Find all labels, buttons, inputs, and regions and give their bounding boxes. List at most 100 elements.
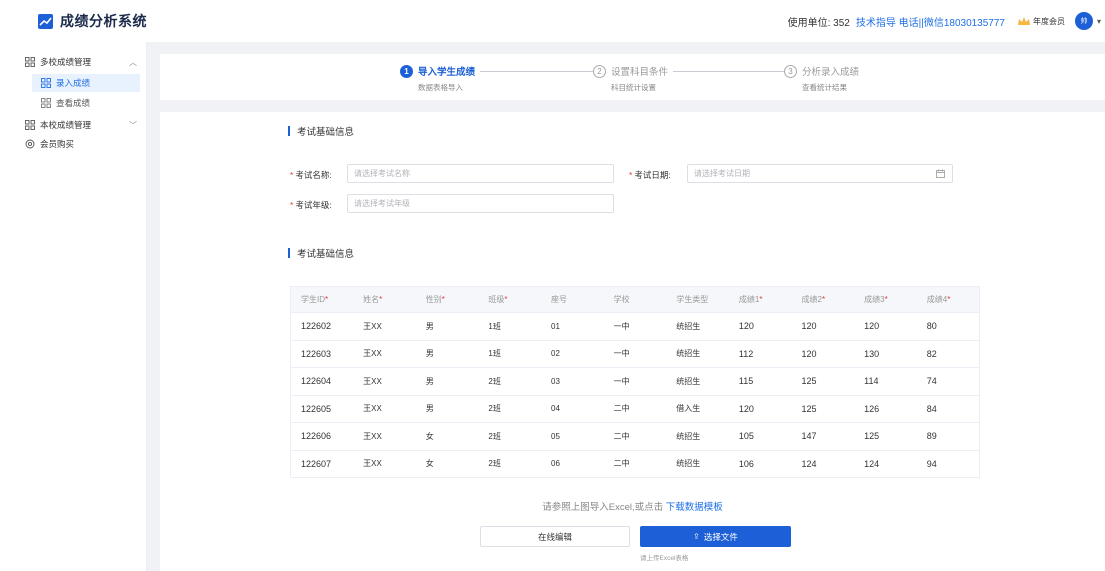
table-cell: 男 — [415, 394, 479, 423]
grid-icon — [25, 57, 35, 67]
table-cell: 122603 — [290, 339, 354, 368]
section-accent-bar — [288, 248, 290, 258]
member-label: 年度会员 — [1033, 16, 1065, 26]
table-row: 122607 王XX 女 2班 06 二中 统招生 106 124 124 94 — [290, 449, 980, 478]
grid-icon — [41, 98, 51, 108]
table-cell: 82 — [916, 339, 980, 368]
table-cell: 王XX — [353, 422, 416, 450]
table-cell: 统招生 — [666, 422, 729, 450]
table-cell: 王XX — [353, 449, 416, 478]
member-badge[interactable]: 年度会员 — [1017, 16, 1065, 27]
crown-icon — [1018, 17, 1030, 25]
chevron-up-icon[interactable]: ︿ — [129, 57, 137, 68]
table-cell: 2班 — [478, 449, 541, 478]
table-cell: 125 — [854, 422, 917, 450]
exam-date-label: * 考试日期: — [629, 170, 671, 180]
column-header: 成绩1* — [728, 286, 792, 313]
table-cell: 147 — [791, 422, 855, 450]
table-cell: 王XX — [353, 339, 416, 368]
table-cell: 89 — [916, 422, 980, 450]
table-cell: 84 — [916, 394, 980, 423]
table-cell: 女 — [415, 449, 479, 478]
table-cell: 120 — [791, 339, 855, 368]
step-import-scores[interactable]: 1 导入学生成绩 数据表格导入 — [400, 64, 595, 93]
table-cell: 124 — [854, 449, 917, 478]
column-header: 座号 — [541, 286, 604, 313]
gear-icon — [25, 139, 35, 149]
chevron-down-icon[interactable]: ▾ — [1097, 17, 1105, 26]
column-header: 学生类型 — [666, 286, 729, 313]
step-analyze-scores[interactable]: 3 分析录入成绩 查看统计结果 — [784, 64, 859, 93]
table-cell: 130 — [854, 339, 917, 368]
section-title-table: 考试基础信息 — [288, 246, 354, 260]
app-logo[interactable]: 成绩分析系统 — [38, 11, 147, 31]
avatar[interactable]: 帅 — [1075, 12, 1093, 30]
column-header: 姓名* — [353, 286, 416, 313]
table-cell: 01 — [541, 312, 604, 340]
sidebar-group-multi-school[interactable]: 多校成绩管理 ︿ — [25, 56, 137, 68]
online-edit-button[interactable]: 在线编辑 — [480, 526, 630, 547]
steps-bar: 1 导入学生成绩 数据表格导入 2 设置科目条件 科目统计设置 3 分析录入成绩… — [160, 54, 1105, 100]
calendar-icon[interactable] — [936, 169, 945, 178]
exam-name-input[interactable] — [347, 164, 614, 183]
section-accent-bar — [288, 126, 290, 136]
column-header: 学校 — [603, 286, 667, 313]
table-cell: 120 — [728, 312, 792, 340]
step-connector — [673, 70, 794, 72]
table-cell: 男 — [415, 367, 479, 395]
table-cell: 114 — [854, 367, 917, 395]
select-file-button[interactable]: ⇪ 选择文件 — [640, 526, 791, 547]
chart-logo-icon — [38, 13, 53, 29]
table-cell: 一中 — [603, 367, 667, 395]
table-cell: 借入生 — [666, 394, 729, 423]
app-title: 成绩分析系统 — [60, 13, 147, 29]
sidebar-group-label: 本校成绩管理 — [40, 120, 92, 130]
sidebar-item-label: 录入成绩 — [56, 78, 91, 88]
column-header: 性别* — [415, 286, 479, 313]
table-cell: 一中 — [603, 312, 667, 340]
sidebar-item-enter-scores[interactable]: 录入成绩 — [32, 74, 140, 92]
step-title: 分析录入成绩 — [802, 67, 860, 78]
exam-grade-input[interactable] — [347, 194, 614, 213]
column-header: 成绩4* — [916, 286, 980, 313]
support-link[interactable]: 技术指导 电话||微信18030135777 — [856, 14, 1005, 29]
section-title-text: 考试基础信息 — [297, 249, 355, 260]
table-cell: 106 — [728, 449, 792, 478]
exam-date-input[interactable] — [687, 164, 953, 183]
table-row: 122602 王XX 男 1班 01 一中 统招生 120 120 120 80 — [290, 312, 980, 340]
select-file-label: 选择文件 — [703, 531, 738, 542]
step-title: 导入学生成绩 — [418, 67, 476, 78]
exam-name-label: * 考试名称: — [290, 170, 332, 180]
unit-label: 使用单位: 352 — [787, 17, 850, 29]
table-cell: 2班 — [478, 394, 541, 423]
table-cell: 1班 — [478, 312, 541, 340]
table-cell: 105 — [728, 422, 792, 450]
sidebar-item-membership[interactable]: 会员购买 — [25, 138, 74, 150]
table-cell: 04 — [541, 394, 604, 423]
table-cell: 王XX — [353, 367, 416, 395]
column-header: 成绩3* — [854, 286, 917, 313]
sidebar-group-label: 多校成绩管理 — [40, 57, 92, 67]
step-connector — [480, 70, 595, 72]
download-template-link[interactable]: 下载数据模板 — [666, 502, 723, 513]
chevron-down-icon[interactable]: ﹀ — [129, 120, 137, 131]
table-row: 122605 王XX 男 2班 04 二中 借入生 120 125 126 84 — [290, 394, 980, 423]
table-cell: 125 — [791, 394, 855, 423]
sidebar-item-view-scores[interactable]: 查看成绩 — [32, 94, 140, 112]
step-set-subjects[interactable]: 2 设置科目条件 科目统计设置 — [593, 64, 794, 93]
table-cell: 120 — [791, 312, 855, 340]
table-cell: 男 — [415, 339, 479, 368]
app-header: 成绩分析系统 使用单位: 352 技术指导 电话||微信18030135777 … — [0, 0, 1105, 42]
table-cell: 二中 — [603, 394, 667, 423]
section-title-text: 考试基础信息 — [297, 127, 355, 138]
step-number: 1 — [400, 64, 413, 78]
table-header-row: 学生ID* 姓名* 性别* 班级* 座号 学校 学生类型 成绩1* 成绩2* 成绩3* 成绩4* — [290, 286, 980, 313]
step-desc: 科目统计设置 — [611, 83, 656, 92]
table-cell: 女 — [415, 422, 479, 450]
table-cell: 122602 — [290, 312, 354, 340]
table-cell: 统招生 — [666, 367, 729, 395]
table-row: 122603 王XX 男 1班 02 一中 统招生 112 120 130 82 — [290, 339, 980, 368]
step-desc: 数据表格导入 — [418, 83, 463, 92]
sidebar-group-own-school[interactable]: 本校成绩管理 ﹀ — [25, 119, 137, 131]
table-cell: 王XX — [353, 312, 416, 340]
